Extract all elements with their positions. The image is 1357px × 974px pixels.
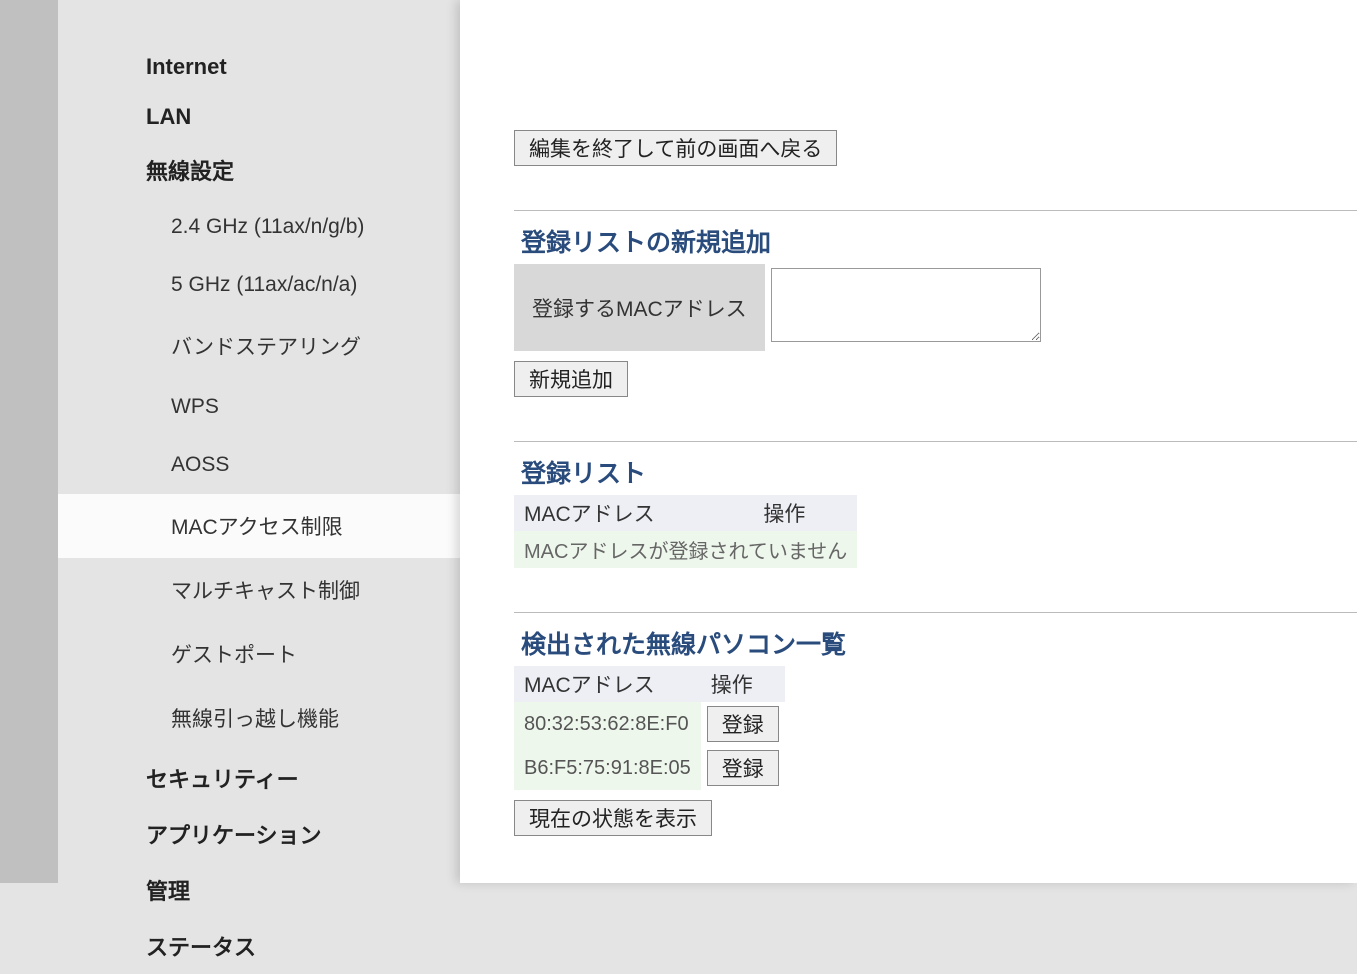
table-row: 80:32:53:62:8E:F0 登録	[514, 702, 785, 746]
detected-mac-value: 80:32:53:62:8E:F0	[514, 702, 701, 746]
add-mac-table: 登録するMACアドレス	[514, 264, 1047, 351]
nav-sub-multicast[interactable]: マルチキャスト制御	[58, 558, 460, 622]
add-section-title: 登録リストの新規追加	[514, 211, 1357, 264]
back-button[interactable]: 編集を終了して前の画面へ戻る	[514, 130, 837, 166]
main-content: 編集を終了して前の画面へ戻る 登録リストの新規追加 登録するMACアドレス 新規…	[460, 0, 1357, 883]
add-mac-label: 登録するMACアドレス	[514, 264, 765, 351]
list-col-mac: MACアドレス	[514, 495, 753, 531]
nav-sub-guest-port[interactable]: ゲストポート	[58, 622, 460, 686]
nav-wireless[interactable]: 無線設定	[58, 142, 460, 198]
window-edge-strip	[0, 0, 58, 883]
nav-sub-wireless-move[interactable]: 無線引っ越し機能	[58, 686, 460, 750]
detected-col-op: 操作	[701, 666, 785, 702]
nav-sub-wps[interactable]: WPS	[58, 378, 460, 436]
nav-lan[interactable]: LAN	[58, 92, 460, 142]
nav-sub-5ghz[interactable]: 5 GHz (11ax/ac/n/a)	[58, 256, 460, 314]
sidebar: Internet LAN 無線設定 2.4 GHz (11ax/n/g/b) 5…	[58, 0, 460, 883]
detected-section-title: 検出された無線パソコン一覧	[514, 613, 1357, 666]
list-col-op: 操作	[753, 495, 857, 531]
table-row: B6:F5:75:91:8E:05 登録	[514, 746, 785, 790]
nav-admin[interactable]: 管理	[58, 862, 460, 918]
detected-list-table: MACアドレス 操作 80:32:53:62:8E:F0 登録 B6:F5:75…	[514, 666, 785, 790]
nav-application[interactable]: アプリケーション	[58, 806, 460, 862]
nav-sub-aoss[interactable]: AOSS	[58, 436, 460, 494]
register-button[interactable]: 登録	[707, 750, 779, 786]
nav-sub-24ghz[interactable]: 2.4 GHz (11ax/n/g/b)	[58, 198, 460, 256]
nav-internet[interactable]: Internet	[58, 42, 460, 92]
list-empty-message: MACアドレスが登録されていません	[514, 531, 857, 568]
register-button[interactable]: 登録	[707, 706, 779, 742]
list-section-title: 登録リスト	[514, 442, 1357, 495]
nav-sub-mac-access[interactable]: MACアクセス制限	[58, 494, 460, 558]
registered-list-table: MACアドレス 操作 MACアドレスが登録されていません	[514, 495, 857, 568]
detected-mac-value: B6:F5:75:91:8E:05	[514, 746, 701, 790]
nav-security[interactable]: セキュリティー	[58, 750, 460, 806]
nav-status[interactable]: ステータス	[58, 918, 460, 974]
mac-address-input[interactable]	[771, 268, 1041, 342]
add-new-button[interactable]: 新規追加	[514, 361, 628, 397]
nav-sub-band-steering[interactable]: バンドステアリング	[58, 314, 460, 378]
show-current-status-button[interactable]: 現在の状態を表示	[514, 800, 712, 836]
detected-col-mac: MACアドレス	[514, 666, 701, 702]
